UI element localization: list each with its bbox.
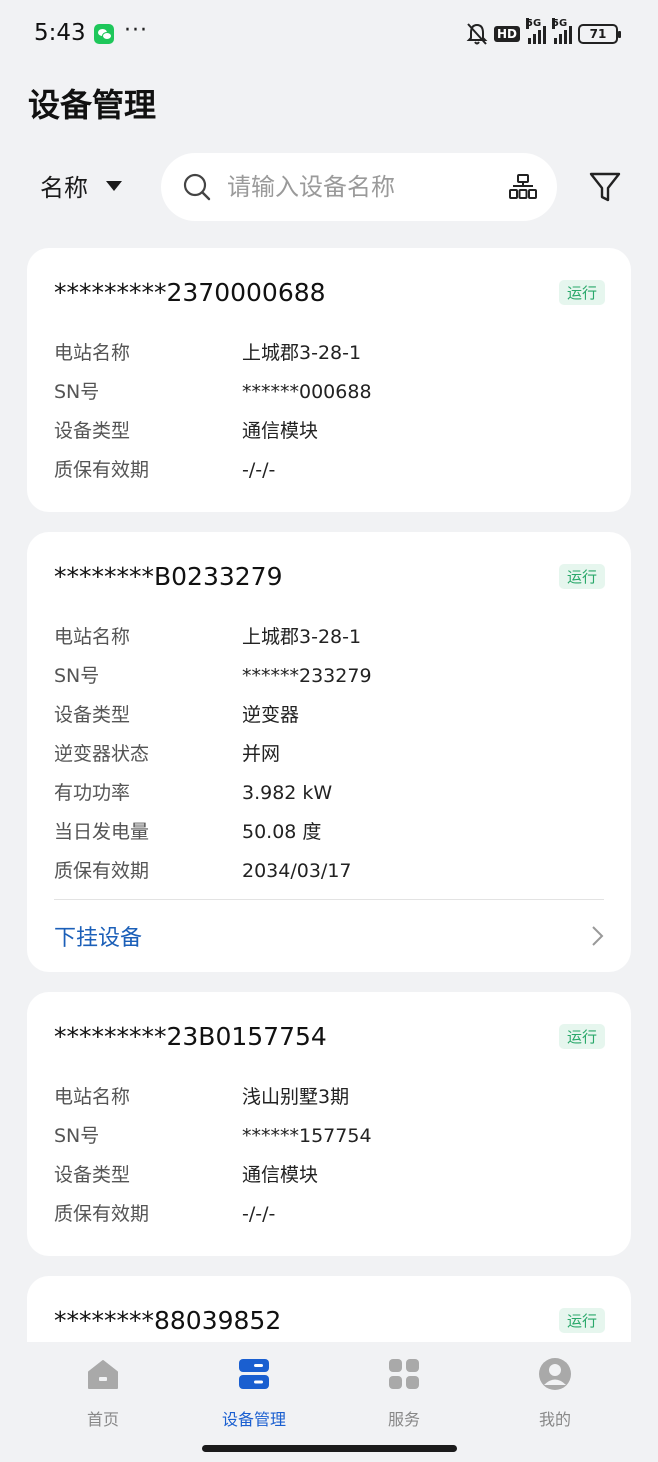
row-key: SN号 [54,1125,100,1147]
row-key: SN号 [54,381,100,403]
search-icon [183,173,211,201]
tab-service[interactable]: 服务 [349,1356,459,1430]
row-value: ******233279 [242,665,372,687]
info-row: SN号 ******233279 [54,657,604,696]
home-icon [88,1360,118,1389]
info-row: 设备类型 通信模块 [54,412,604,451]
info-row: 电站名称 上城郡3-28-1 [54,618,604,657]
row-value: 上城郡3-28-1 [242,342,362,364]
row-value: 通信模块 [242,420,319,442]
mute-bell-icon [466,23,488,45]
tab-label: 我的 [538,1410,571,1429]
caret-down-icon [106,180,122,191]
row-key: 有功功率 [54,782,131,804]
row-value: ******000688 [242,381,372,403]
row-value: 并网 [242,743,281,765]
info-row: 电站名称 上城郡3-28-1 [54,334,604,373]
info-row: 质保有效期 -/-/- [54,451,604,490]
row-value: -/-/- [242,1203,276,1225]
info-row: 质保有效期 -/-/- [54,1195,604,1234]
row-value: 50.08 度 [242,821,322,843]
row-key: 电站名称 [54,342,131,364]
row-value: 上城郡3-28-1 [242,626,362,648]
field-select-label: 名称 [40,174,88,202]
device-title: ********88039852 [54,1306,282,1335]
status-badge: 运行 [558,1024,605,1049]
sub-devices-link[interactable]: 下挂设备 [54,899,604,972]
row-value: -/-/- [242,459,276,481]
hd-icon: HD [493,26,520,42]
bottom-tab-bar: 首页 设备管理 服务 我的 [0,1342,658,1462]
device-card[interactable]: ********88039852 运行 [27,1276,631,1342]
signal-icon-2: 5G [552,18,572,44]
device-card[interactable]: ********B0233279 运行 电站名称 上城郡3-28-1 SN号 ***… [27,532,631,972]
signal-icon: 5G [526,18,546,44]
status-badge: 运行 [558,1308,605,1333]
row-value: 逆变器 [242,704,300,726]
row-key: 设备类型 [54,1164,131,1186]
tab-label: 设备管理 [221,1410,286,1429]
device-card[interactable]: *********2370000688 运行 电站名称 上城郡3-28-1 SN号… [27,248,631,512]
tab-device-management[interactable]: 设备管理 [199,1356,309,1430]
tab-profile[interactable]: 我的 [500,1356,610,1430]
profile-icon [539,1358,571,1390]
row-key: 电站名称 [54,626,131,648]
info-row: 当日发电量 50.08 度 [54,813,604,852]
wechat-notification-icon [94,24,114,44]
service-icon [389,1359,419,1389]
page-title: 设备管理 [28,86,157,124]
sub-devices-label: 下挂设备 [54,926,143,951]
device-title: *********2370000688 [54,278,326,307]
search-input[interactable] [227,153,497,221]
info-row: SN号 ******000688 [54,373,604,412]
filter-icon[interactable] [588,170,622,204]
row-key: 设备类型 [54,704,131,726]
device-list: *********2370000688 运行 电站名称 上城郡3-28-1 SN号… [27,248,631,1342]
status-badge: 运行 [558,280,605,305]
info-row: 设备类型 逆变器 [54,696,604,735]
info-row: SN号 ******157754 [54,1117,604,1156]
more-notifications-icon: ··· [124,18,148,43]
device-title: ********B0233279 [54,562,283,591]
device-card[interactable]: *********23B0157754 运行 电站名称 浅山别墅3期 SN号 ***… [27,992,631,1256]
tab-label: 服务 [387,1410,420,1429]
field-select[interactable]: 名称 [40,168,122,203]
row-value: 浅山别墅3期 [242,1086,350,1108]
device-tree-icon[interactable] [509,174,537,200]
row-key: 逆变器状态 [54,743,150,765]
row-key: 当日发电量 [54,821,150,843]
status-time: 5:43 [34,20,86,46]
row-key: 质保有效期 [54,1203,150,1225]
row-key: 质保有效期 [54,860,150,882]
row-value: 通信模块 [242,1164,319,1186]
info-row: 有功功率 3.982 kW [54,774,604,813]
tab-label: 首页 [86,1410,119,1429]
info-row: 逆变器状态 并网 [54,735,604,774]
row-value: 3.982 kW [242,782,333,804]
status-badge: 运行 [558,564,605,589]
row-key: 电站名称 [54,1086,131,1108]
info-row: 设备类型 通信模块 [54,1156,604,1195]
home-indicator[interactable] [202,1445,457,1452]
battery-icon: 71 [578,24,621,44]
device-icon [239,1359,269,1389]
info-row: 电站名称 浅山别墅3期 [54,1078,604,1117]
row-key: SN号 [54,665,100,687]
device-title: *********23B0157754 [54,1022,327,1051]
info-row: 质保有效期 2034/03/17 [54,852,604,891]
row-value: ******157754 [242,1125,372,1147]
row-key: 设备类型 [54,420,131,442]
search-box[interactable] [161,153,557,221]
row-value: 2034/03/17 [242,860,352,882]
chevron-right-icon [592,926,604,946]
row-key: 质保有效期 [54,459,150,481]
tab-home[interactable]: 首页 [48,1356,158,1430]
status-bar: 5:43 ··· HD 5G 5G 71 [0,0,658,70]
